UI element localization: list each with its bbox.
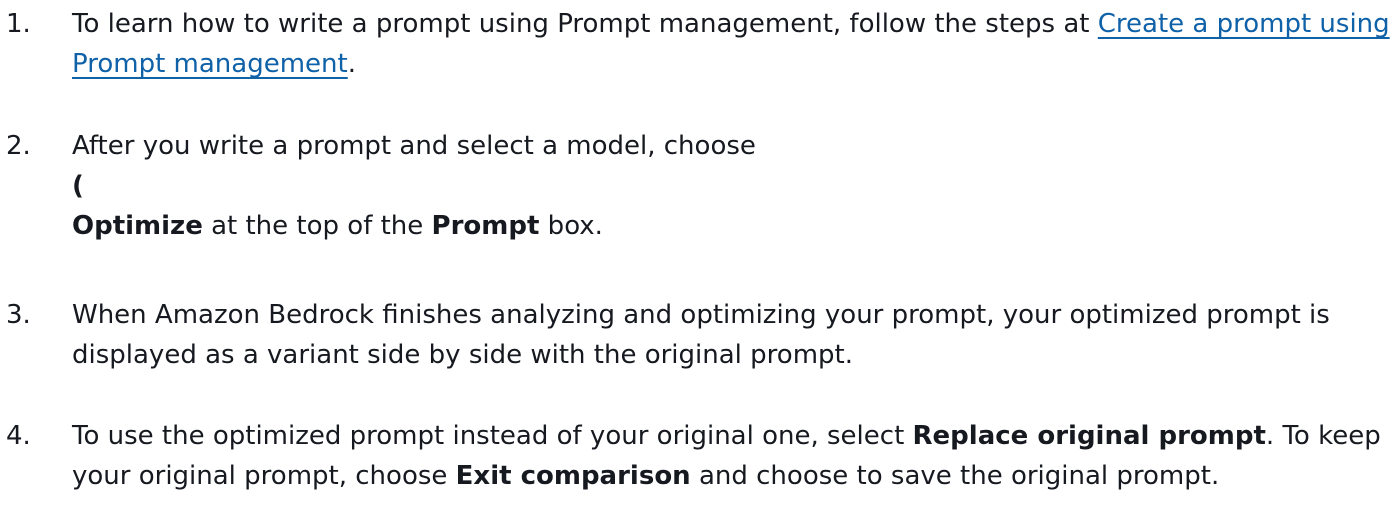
step-text-segment: and choose to save the original prompt.: [690, 461, 1220, 491]
step-text: When Amazon Bedrock finishes analyzing a…: [72, 300, 1330, 370]
step-line: (: [72, 166, 1398, 206]
replace-original-label: Replace original prompt: [912, 421, 1266, 451]
step-text-segment: box.: [539, 211, 603, 241]
step-text-segment: To learn how to write a prompt using Pro…: [72, 9, 1098, 39]
step-number: 4.: [6, 421, 31, 451]
step-text-segment: at the top of the: [202, 211, 432, 241]
optimize-label: Optimize: [72, 211, 203, 241]
exit-comparison-label: Exit comparison: [455, 461, 691, 491]
step-line: Optimize at the top of the Prompt box.: [72, 206, 1398, 246]
step-number: 2.: [6, 131, 31, 161]
step-number: 3.: [6, 300, 31, 330]
prompt-label: Prompt: [431, 211, 540, 241]
step-line: After you write a prompt and select a mo…: [72, 131, 756, 161]
steps-list: 1. To learn how to write a prompt using …: [0, 0, 1398, 521]
step-text: To use the optimized prompt instead of y…: [72, 416, 1398, 496]
step-text-segment: To use the optimized prompt instead of y…: [72, 421, 913, 451]
step-text: After you write a prompt and select a mo…: [72, 126, 1398, 246]
paren-glyph: (: [72, 171, 84, 201]
step-text: To learn how to write a prompt using Pro…: [72, 4, 1398, 84]
step-number: 1.: [6, 9, 31, 39]
step-text-segment: .: [347, 49, 356, 79]
